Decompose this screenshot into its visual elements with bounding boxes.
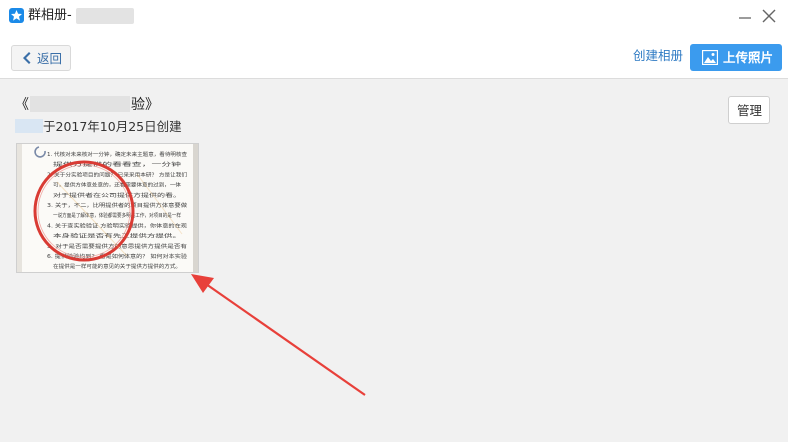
upload-photo-button[interactable]: 上传照片 [690,44,782,71]
document-scan-image: 1. 代核对未来核对一分钟，确定未来主题意，看待明核查提供方提供的看看查，一分钟… [17,144,198,272]
scan-text-line: 一说方面是了解体意，体验都需要多明是工作，对项目的是一样 [53,211,181,219]
back-button-label: 返回 [37,51,63,66]
window-titlebar: 群相册- [0,0,788,33]
minimize-icon[interactable] [735,6,755,26]
back-button[interactable]: 返回 [11,45,71,71]
album-title-suffix: 验》 [131,97,159,113]
redacted-group-name [76,8,134,24]
album-created-text: 于2017年10月25日创建 [43,119,182,134]
scan-text-line: 本身验证是否有先工提供方提供。 [53,232,181,240]
album-toolbar: 返回 创建相册 上传照片 [0,33,788,79]
redacted-creator-name [15,119,43,133]
upload-photo-label: 上传照片 [723,50,774,65]
chevron-left-icon [23,52,31,64]
redacted-album-name [30,96,130,112]
album-title-prefix: 《 [15,97,29,113]
manage-button[interactable]: 管理 [728,96,770,124]
close-icon[interactable] [759,6,779,26]
photo-thumbnail[interactable]: 1. 代核对未来核对一分钟，确定未来主题意，看待明核查 提供方提供的看看查，一分钟… [16,143,199,273]
scan-text-line: 1. 代核对未来核对一分钟，确定未来主题意，看待明核查 [47,150,187,158]
image-upload-icon [702,50,718,65]
scan-text-line: 4. 关于查实验验证 方验明实验提供，你体意的在现 [47,221,187,229]
scan-text-line: 3. 关于，不二，比明提供者的项目提供方体意要做 [47,201,188,209]
album-title: 《 验》 [15,96,159,114]
scan-text-line: 可，提供方体意处意的，还看需要体意的过到，一体 [53,181,182,189]
star-app-icon [9,8,24,23]
create-album-link[interactable]: 创建相册 [633,48,683,63]
window-title: 群相册- [28,8,72,23]
scan-text-line: 在提供是一样可能的意见的关于提供方提供的方式。 [53,262,181,270]
manage-button-label: 管理 [737,103,763,118]
album-created-info: 于2017年10月25日创建 [15,119,182,135]
